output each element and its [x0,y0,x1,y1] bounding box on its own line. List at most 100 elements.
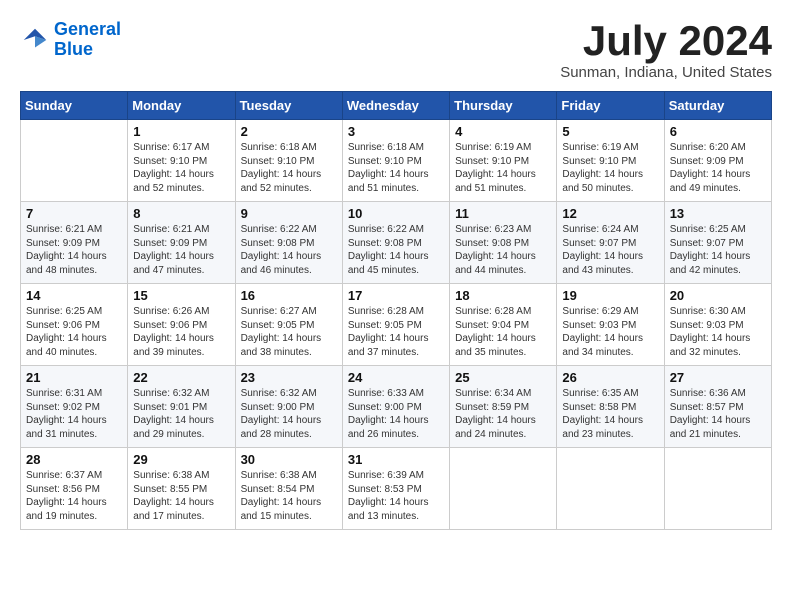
day-info: Sunrise: 6:26 AM Sunset: 9:06 PM Dayligh… [133,305,229,359]
day-number: 15 [133,288,229,303]
sunset-text: Sunset: 9:10 PM [348,156,422,167]
calendar-table: SundayMondayTuesdayWednesdayThursdayFrid… [20,91,772,530]
day-info: Sunrise: 6:24 AM Sunset: 9:07 PM Dayligh… [562,223,658,277]
daylight-text: Daylight: 14 hours and 15 minutes. [241,497,322,522]
calendar-cell: 1 Sunrise: 6:17 AM Sunset: 9:10 PM Dayli… [128,120,235,202]
daylight-text: Daylight: 14 hours and 52 minutes. [133,169,214,194]
sunrise-text: Sunrise: 6:31 AM [26,388,102,399]
daylight-text: Daylight: 14 hours and 13 minutes. [348,497,429,522]
day-number: 16 [241,288,337,303]
daylight-text: Daylight: 14 hours and 51 minutes. [348,169,429,194]
daylight-text: Daylight: 14 hours and 38 minutes. [241,333,322,358]
sunrise-text: Sunrise: 6:39 AM [348,470,424,481]
calendar-cell [21,120,128,202]
day-info: Sunrise: 6:23 AM Sunset: 9:08 PM Dayligh… [455,223,551,277]
day-number: 17 [348,288,444,303]
daylight-text: Daylight: 14 hours and 24 minutes. [455,415,536,440]
calendar-week-row: 7 Sunrise: 6:21 AM Sunset: 9:09 PM Dayli… [21,202,772,284]
calendar-week-row: 14 Sunrise: 6:25 AM Sunset: 9:06 PM Dayl… [21,284,772,366]
calendar-cell: 9 Sunrise: 6:22 AM Sunset: 9:08 PM Dayli… [235,202,342,284]
daylight-text: Daylight: 14 hours and 39 minutes. [133,333,214,358]
sunrise-text: Sunrise: 6:38 AM [133,470,209,481]
month-title: July 2024 [560,20,772,62]
day-number: 27 [670,370,766,385]
day-info: Sunrise: 6:29 AM Sunset: 9:03 PM Dayligh… [562,305,658,359]
calendar-cell: 7 Sunrise: 6:21 AM Sunset: 9:09 PM Dayli… [21,202,128,284]
daylight-text: Daylight: 14 hours and 47 minutes. [133,251,214,276]
day-info: Sunrise: 6:25 AM Sunset: 9:06 PM Dayligh… [26,305,122,359]
calendar-cell: 8 Sunrise: 6:21 AM Sunset: 9:09 PM Dayli… [128,202,235,284]
sunrise-text: Sunrise: 6:32 AM [133,388,209,399]
sunset-text: Sunset: 9:10 PM [241,156,315,167]
sunset-text: Sunset: 8:57 PM [670,402,744,413]
calendar-week-row: 21 Sunrise: 6:31 AM Sunset: 9:02 PM Dayl… [21,366,772,448]
daylight-text: Daylight: 14 hours and 49 minutes. [670,169,751,194]
calendar-cell: 29 Sunrise: 6:38 AM Sunset: 8:55 PM Dayl… [128,448,235,530]
sunset-text: Sunset: 8:56 PM [26,484,100,495]
day-info: Sunrise: 6:35 AM Sunset: 8:58 PM Dayligh… [562,387,658,441]
sunrise-text: Sunrise: 6:18 AM [241,142,317,153]
daylight-text: Daylight: 14 hours and 26 minutes. [348,415,429,440]
calendar-cell: 12 Sunrise: 6:24 AM Sunset: 9:07 PM Dayl… [557,202,664,284]
sunset-text: Sunset: 9:07 PM [670,238,744,249]
calendar-cell [664,448,771,530]
daylight-text: Daylight: 14 hours and 23 minutes. [562,415,643,440]
daylight-text: Daylight: 14 hours and 35 minutes. [455,333,536,358]
day-number: 26 [562,370,658,385]
calendar-week-row: 28 Sunrise: 6:37 AM Sunset: 8:56 PM Dayl… [21,448,772,530]
sunrise-text: Sunrise: 6:26 AM [133,306,209,317]
day-number: 29 [133,452,229,467]
calendar-cell: 13 Sunrise: 6:25 AM Sunset: 9:07 PM Dayl… [664,202,771,284]
sunrise-text: Sunrise: 6:21 AM [133,224,209,235]
weekday-header-friday: Friday [557,92,664,120]
day-info: Sunrise: 6:20 AM Sunset: 9:09 PM Dayligh… [670,141,766,195]
sunset-text: Sunset: 9:08 PM [241,238,315,249]
calendar-cell: 4 Sunrise: 6:19 AM Sunset: 9:10 PM Dayli… [450,120,557,202]
calendar-cell: 5 Sunrise: 6:19 AM Sunset: 9:10 PM Dayli… [557,120,664,202]
day-info: Sunrise: 6:34 AM Sunset: 8:59 PM Dayligh… [455,387,551,441]
sunset-text: Sunset: 9:03 PM [670,320,744,331]
sunrise-text: Sunrise: 6:32 AM [241,388,317,399]
day-info: Sunrise: 6:28 AM Sunset: 9:04 PM Dayligh… [455,305,551,359]
sunset-text: Sunset: 9:04 PM [455,320,529,331]
calendar-cell: 3 Sunrise: 6:18 AM Sunset: 9:10 PM Dayli… [342,120,449,202]
sunset-text: Sunset: 9:10 PM [133,156,207,167]
weekday-header-thursday: Thursday [450,92,557,120]
day-number: 7 [26,206,122,221]
calendar-cell: 19 Sunrise: 6:29 AM Sunset: 9:03 PM Dayl… [557,284,664,366]
daylight-text: Daylight: 14 hours and 45 minutes. [348,251,429,276]
sunrise-text: Sunrise: 6:17 AM [133,142,209,153]
sunset-text: Sunset: 9:09 PM [26,238,100,249]
day-number: 22 [133,370,229,385]
calendar-cell: 18 Sunrise: 6:28 AM Sunset: 9:04 PM Dayl… [450,284,557,366]
page-header: General Blue July 2024 Sunman, Indiana, … [20,20,772,81]
day-number: 12 [562,206,658,221]
calendar-cell [557,448,664,530]
day-info: Sunrise: 6:33 AM Sunset: 9:00 PM Dayligh… [348,387,444,441]
sunrise-text: Sunrise: 6:25 AM [26,306,102,317]
sunset-text: Sunset: 9:05 PM [241,320,315,331]
sunset-text: Sunset: 9:00 PM [241,402,315,413]
sunset-text: Sunset: 9:00 PM [348,402,422,413]
sunset-text: Sunset: 9:06 PM [133,320,207,331]
daylight-text: Daylight: 14 hours and 28 minutes. [241,415,322,440]
calendar-cell: 20 Sunrise: 6:30 AM Sunset: 9:03 PM Dayl… [664,284,771,366]
sunrise-text: Sunrise: 6:21 AM [26,224,102,235]
logo-icon [20,25,50,55]
sunset-text: Sunset: 8:55 PM [133,484,207,495]
weekday-header-saturday: Saturday [664,92,771,120]
sunset-text: Sunset: 9:01 PM [133,402,207,413]
day-number: 19 [562,288,658,303]
day-info: Sunrise: 6:28 AM Sunset: 9:05 PM Dayligh… [348,305,444,359]
calendar-cell: 23 Sunrise: 6:32 AM Sunset: 9:00 PM Dayl… [235,366,342,448]
day-number: 31 [348,452,444,467]
daylight-text: Daylight: 14 hours and 42 minutes. [670,251,751,276]
calendar-cell: 27 Sunrise: 6:36 AM Sunset: 8:57 PM Dayl… [664,366,771,448]
day-info: Sunrise: 6:38 AM Sunset: 8:55 PM Dayligh… [133,469,229,523]
calendar-cell: 24 Sunrise: 6:33 AM Sunset: 9:00 PM Dayl… [342,366,449,448]
logo-text: General Blue [54,20,121,60]
daylight-text: Daylight: 14 hours and 43 minutes. [562,251,643,276]
sunset-text: Sunset: 9:08 PM [348,238,422,249]
weekday-header-sunday: Sunday [21,92,128,120]
day-number: 23 [241,370,337,385]
